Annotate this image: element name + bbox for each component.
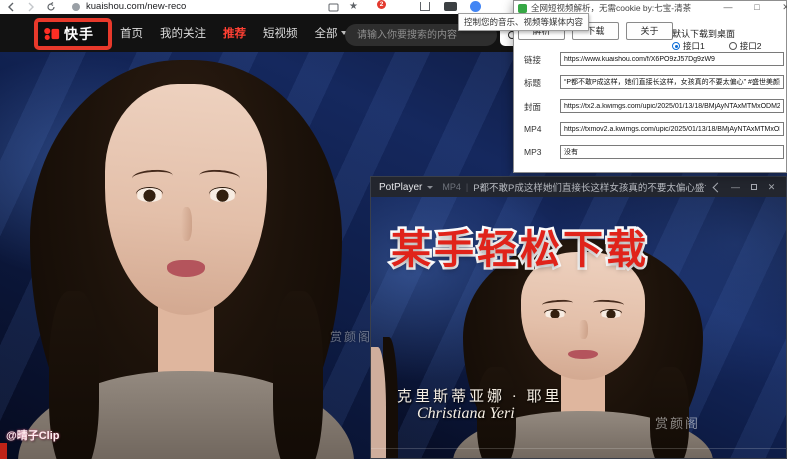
video-red-corner-fragment xyxy=(0,443,7,459)
radio-label: 接口1 xyxy=(683,40,705,52)
portrait-eye xyxy=(209,188,237,202)
portrait-eye xyxy=(600,310,621,318)
field-label: 标题 xyxy=(524,77,541,89)
video-overlay-title: 某手轻松下载 xyxy=(391,217,649,275)
potplayer-titlebar[interactable]: PotPlayer MP4 | P都不敢P成这样她们直接长这样女孩真的不要太偏心… xyxy=(371,177,786,197)
field-row-mp4: MP4 xyxy=(514,122,786,137)
kuaishou-logo-text: 快手 xyxy=(64,24,94,44)
portrait-lips xyxy=(167,260,206,277)
kuaishou-logo-icon xyxy=(43,27,60,41)
back-icon[interactable] xyxy=(6,2,16,12)
field-label: 链接 xyxy=(524,54,541,66)
field-row-cover: 封面 xyxy=(514,99,786,114)
portrait-brow xyxy=(542,299,574,309)
minimize-button[interactable]: — xyxy=(722,2,734,13)
download-tray-icon[interactable] xyxy=(420,2,430,11)
potplayer-app-name: PotPlayer xyxy=(379,182,422,193)
potplayer-menu-caret-icon[interactable] xyxy=(427,186,433,189)
nav-item-home[interactable]: 首页 xyxy=(120,25,143,41)
radio-interface-1[interactable]: 接口1 xyxy=(672,40,705,52)
minimize-icon[interactable]: — xyxy=(729,180,742,194)
field-row-link: 链接 xyxy=(514,52,786,67)
nav-items: 首页 我的关注 推荐 短视频 全部 xyxy=(120,14,347,52)
woman-portrait-feed xyxy=(30,60,342,459)
potplayer-file-tag: MP4 xyxy=(442,182,461,192)
pin-icon[interactable] xyxy=(711,180,724,194)
radio-selected-icon xyxy=(672,42,680,50)
extension-chip-icon[interactable] xyxy=(444,2,457,11)
portrait-lips xyxy=(568,350,598,360)
address-bar-url[interactable]: kuaishou.com/new-reco xyxy=(86,1,186,12)
field-row-mp3: MP3 xyxy=(514,145,786,160)
nav-item-following[interactable]: 我的关注 xyxy=(160,25,206,41)
default-save-note: 默认下载到桌面 xyxy=(672,27,735,40)
portrait-brow xyxy=(593,299,625,309)
extension-badge: 2 xyxy=(377,0,386,9)
portrait-eye xyxy=(544,310,565,318)
field-label: MP4 xyxy=(524,124,541,134)
titlebar-separator: | xyxy=(466,182,468,192)
close-icon[interactable]: ✕ xyxy=(765,180,778,194)
interface-radio-group: 接口1 接口2 xyxy=(672,40,761,52)
maximize-icon[interactable] xyxy=(747,180,760,194)
portrait-eye xyxy=(136,188,164,202)
nav-item-all-label: 全部 xyxy=(315,25,338,41)
nav-item-all[interactable]: 全部 xyxy=(315,25,347,41)
portrait-brow xyxy=(199,168,240,185)
media-control-tooltip: 控制您的音乐、视频等媒体内容 xyxy=(458,13,589,31)
cover-input[interactable] xyxy=(560,99,784,113)
portrait-nose xyxy=(579,320,588,339)
mp4-input[interactable] xyxy=(560,122,784,136)
bookmark-star-icon[interactable]: ★ xyxy=(348,1,359,12)
maximize-button[interactable]: □ xyxy=(751,2,763,13)
potplayer-filename: P都不敢P成这样她们直接长这样女孩真的不要太偏心盛世美颜.mp4 xyxy=(473,180,706,194)
close-button[interactable]: ✕ xyxy=(780,2,787,13)
video-watermark: 赏颜阁 xyxy=(655,413,700,432)
title-input[interactable] xyxy=(560,75,784,89)
potplayer-window: PotPlayer MP4 | P都不敢P成这样她们直接长这样女孩真的不要太偏心… xyxy=(370,176,787,459)
field-label: MP3 xyxy=(524,147,541,157)
radio-unselected-icon xyxy=(729,42,737,50)
about-button[interactable]: 关于 xyxy=(626,22,673,40)
kuaishou-logo-highlighted[interactable]: 快手 xyxy=(34,18,112,50)
profile-avatar[interactable] xyxy=(470,1,481,12)
site-info-icon[interactable] xyxy=(72,3,80,11)
radio-label: 接口2 xyxy=(740,40,762,52)
caption-name-english: Christiana Yeri xyxy=(417,405,515,423)
mp3-input[interactable] xyxy=(560,145,784,159)
downloader-app-icon xyxy=(518,4,527,13)
portrait-brow xyxy=(132,168,173,185)
nav-item-short-video[interactable]: 短视频 xyxy=(263,25,298,41)
forward-icon[interactable] xyxy=(26,2,36,12)
potplayer-video-surface[interactable]: 某手轻松下载 克里斯蒂亚娜 · 耶里 Christiana Yeri 赏颜阁 xyxy=(371,197,786,458)
screenshot-root: kuaishou.com/new-reco ★ 2 快手 首页 我的关注 推荐 … xyxy=(0,0,787,459)
field-row-title: 标题 xyxy=(514,75,786,90)
nav-item-recommend[interactable]: 推荐 xyxy=(223,25,246,41)
link-input[interactable] xyxy=(560,52,784,66)
caption-name-chinese: 克里斯蒂亚娜 · 耶里 xyxy=(397,385,563,406)
corner-watermark: 赏颜阁 xyxy=(330,328,372,345)
cast-icon[interactable] xyxy=(328,2,339,13)
portrait-hair-lock xyxy=(273,291,323,459)
reload-icon[interactable] xyxy=(46,2,56,12)
portrait-nose xyxy=(181,207,192,242)
radio-interface-2[interactable]: 接口2 xyxy=(729,40,762,52)
field-label: 封面 xyxy=(524,101,541,113)
creator-watermark: @晴子Clip xyxy=(6,427,60,443)
video-bottom-line xyxy=(371,448,786,449)
